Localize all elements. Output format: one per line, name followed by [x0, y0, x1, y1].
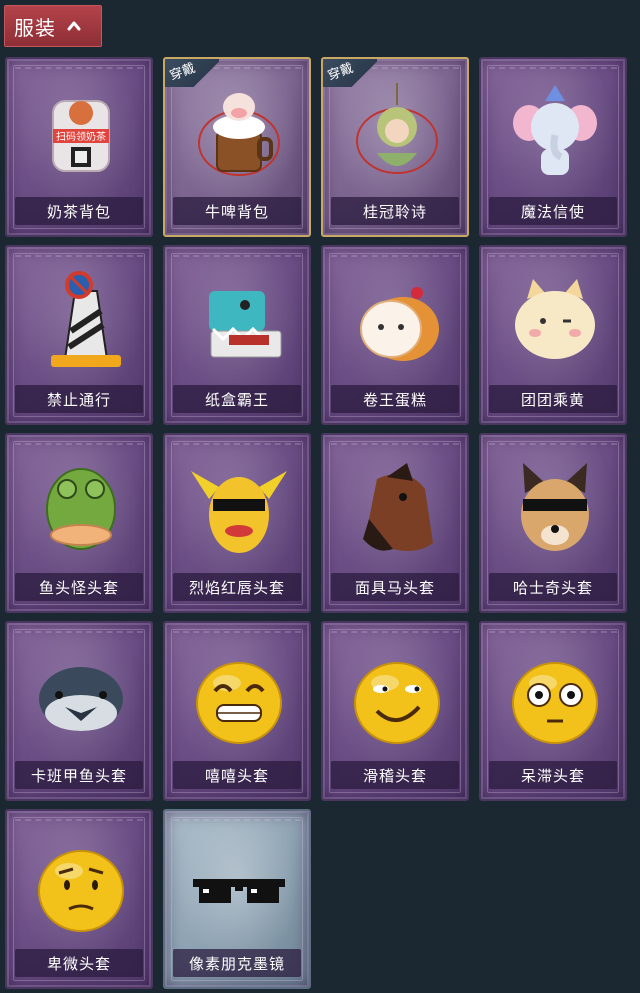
item-label: 呆滞头套	[489, 761, 617, 789]
section-title: 服装	[14, 15, 56, 40]
laurel-poet-pendant-icon	[356, 83, 438, 174]
no-entry-cone-icon	[51, 271, 121, 367]
item-label: 卡班甲鱼头套	[15, 761, 143, 789]
humble-emoji-mask-icon	[38, 850, 124, 932]
item-label: 哈士奇头套	[489, 573, 617, 601]
sign-text: 扫码领奶茶	[56, 130, 106, 143]
item-label: 卑微头套	[15, 949, 143, 977]
item-label: 魔法信使	[489, 197, 617, 225]
equipped-badge: 穿戴	[165, 59, 219, 87]
item-card[interactable]: 面具马头套	[321, 433, 469, 613]
item-label: 面具马头套	[331, 573, 459, 601]
item-card[interactable]: 呆滞头套	[479, 621, 627, 801]
item-label: 嘻嘻头套	[173, 761, 301, 789]
costume-section-toggle[interactable]: 服装	[4, 5, 102, 47]
item-card[interactable]: 穿戴桂冠聆诗	[321, 57, 469, 237]
fish-head-mask-icon	[46, 468, 116, 550]
husky-mask-icon	[521, 463, 589, 551]
item-card[interactable]: 卡班甲鱼头套	[5, 621, 153, 801]
grin-emoji-mask-icon	[196, 662, 282, 744]
item-card[interactable]: 穿戴牛啤背包	[163, 57, 311, 237]
pikachu-lips-mask-icon	[191, 471, 287, 553]
item-card[interactable]: 团团乘黄	[479, 245, 627, 425]
item-label: 滑稽头套	[331, 761, 459, 789]
item-label: 禁止通行	[15, 385, 143, 413]
item-label: 卷王蛋糕	[331, 385, 459, 413]
item-card[interactable]: 鱼头怪头套	[5, 433, 153, 613]
item-label: 桂冠聆诗	[331, 197, 459, 225]
round-fish-mask-icon	[39, 667, 123, 731]
item-card[interactable]: 卷王蛋糕	[321, 245, 469, 425]
item-card[interactable]: 卑微头套	[5, 809, 153, 989]
item-card[interactable]: 滑稽头套	[321, 621, 469, 801]
horse-head-mask-icon	[363, 463, 433, 551]
item-label: 牛啤背包	[173, 197, 301, 225]
magic-elephant-icon	[513, 85, 597, 175]
item-label: 团团乘黄	[489, 385, 617, 413]
equipped-badge-text: 穿戴	[325, 60, 356, 84]
dazed-emoji-mask-icon	[512, 662, 598, 744]
item-label: 奶茶背包	[15, 197, 143, 225]
chubby-cat-icon	[515, 279, 595, 359]
item-label: 鱼头怪头套	[15, 573, 143, 601]
item-card[interactable]: 魔法信使	[479, 57, 627, 237]
equipped-badge-text: 穿戴	[167, 60, 198, 84]
smirk-emoji-mask-icon	[354, 662, 440, 744]
equipped-badge: 穿戴	[323, 59, 377, 87]
chevron-up-icon	[67, 21, 81, 31]
item-card[interactable]: 哈士奇头套	[479, 433, 627, 613]
item-label: 烈焰红唇头套	[173, 573, 301, 601]
item-grid: 扫码领奶茶 奶茶背包 穿戴 牛啤背包 穿戴 桂冠聆诗 魔法信使 禁止通行 纸盒霸王 卷王蛋糕 团团乘…	[5, 57, 627, 989]
item-label: 像素朋克墨镜	[173, 949, 301, 977]
item-card[interactable]: 禁止通行	[5, 245, 153, 425]
item-card[interactable]: 纸盒霸王	[163, 245, 311, 425]
cardboard-dino-icon	[209, 291, 282, 358]
roll-cake-icon	[360, 287, 439, 361]
item-card[interactable]: 像素朋克墨镜	[163, 809, 311, 989]
item-card[interactable]: 嘻嘻头套	[163, 621, 311, 801]
pixel-sunglasses-icon	[193, 879, 285, 903]
item-label: 纸盒霸王	[173, 385, 301, 413]
wardrobe-panel: 服装 扫码领奶茶 奶茶背包 穿戴 牛啤背包 穿戴 桂冠聆诗 魔法信使 禁止通行 纸盒霸王 卷王蛋糕…	[0, 0, 640, 993]
item-card[interactable]: 扫码领奶茶 奶茶背包	[5, 57, 153, 237]
milk-tea-backpack-icon: 扫码领奶茶	[52, 100, 110, 172]
cow-beer-backpack-icon	[198, 93, 280, 176]
item-card[interactable]: 烈焰红唇头套	[163, 433, 311, 613]
